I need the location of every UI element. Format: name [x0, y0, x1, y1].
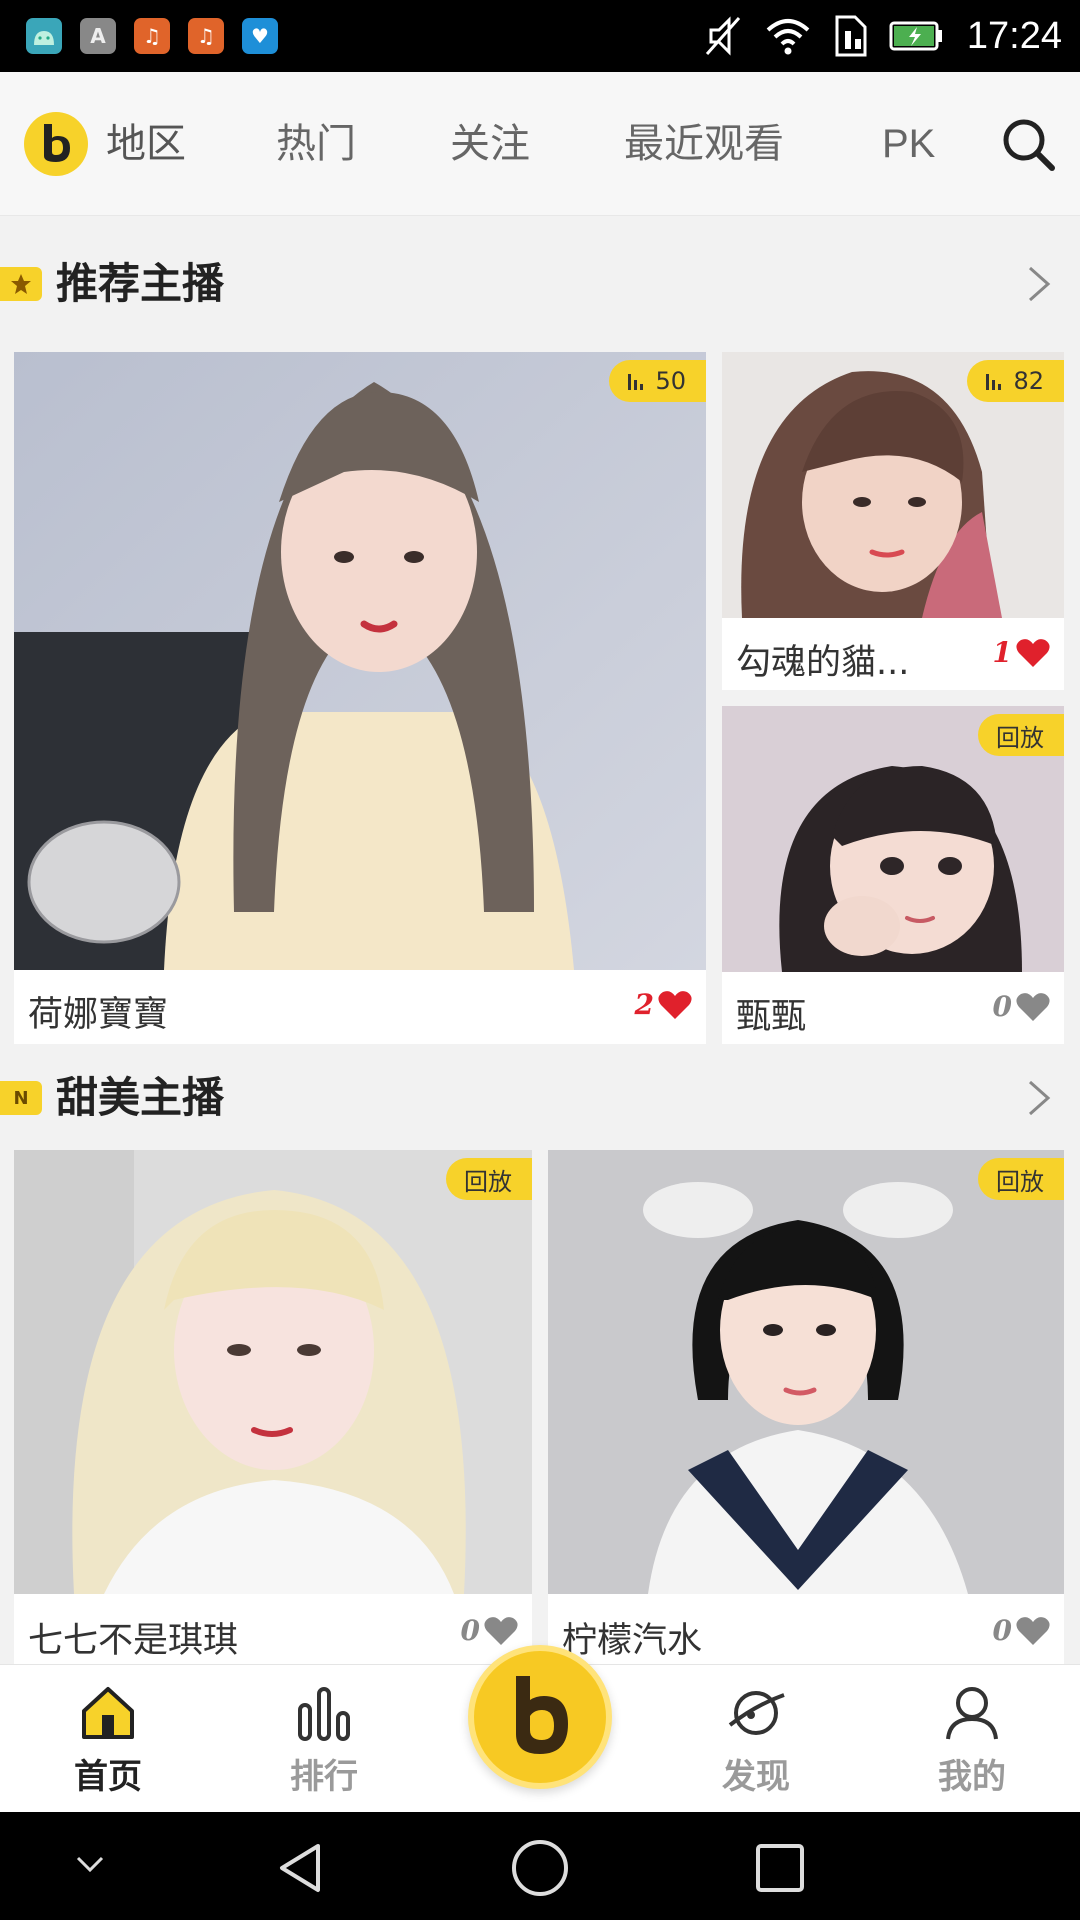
search-icon[interactable]	[1000, 116, 1056, 172]
streamer-name: 勾魂的貓...	[736, 643, 910, 683]
streamer-name: 七七不是琪琪	[28, 1621, 239, 1661]
like-count-group: 2	[635, 988, 692, 1021]
card-caption: 勾魂的貓... 1	[722, 618, 1064, 690]
like-count: 1	[992, 636, 1012, 669]
nav-following[interactable]: 关注	[450, 118, 530, 170]
music-icon: ♫	[134, 18, 170, 54]
battery-charging-icon	[889, 21, 942, 51]
android-icon	[26, 18, 62, 54]
profile-icon	[946, 1687, 998, 1740]
like-count-group: 0	[461, 1614, 518, 1647]
heart-icon	[1016, 1616, 1050, 1645]
section-header-sweet: N 甜美主播	[0, 1048, 1080, 1148]
streamer-card[interactable]: 回放 七七不是琪琪 0	[14, 1150, 532, 1664]
status-bar: A ♫ ♫ ♥ 17:24	[0, 0, 1080, 72]
like-count: 0	[992, 990, 1012, 1023]
replay-label: 回放	[464, 1167, 512, 1196]
bars-icon	[986, 374, 1002, 390]
nav-region[interactable]: 地区	[106, 118, 186, 170]
sim-icon	[835, 15, 867, 57]
heart-app-icon: ♥	[242, 18, 278, 54]
tab-label: 我的	[938, 1757, 1006, 1797]
viewer-count: 50	[655, 367, 686, 395]
nav-recently-watched[interactable]: 最近观看	[624, 118, 784, 170]
chevron-down-icon[interactable]	[72, 1852, 108, 1876]
system-nav-bar	[0, 1812, 1080, 1920]
replay-badge: 回放	[978, 714, 1064, 756]
card-caption: 柠檬汽水 0	[548, 1594, 1064, 1664]
like-count-group: 0	[993, 990, 1050, 1023]
recents-icon[interactable]	[754, 1842, 806, 1894]
like-count-group: 0	[993, 1614, 1050, 1647]
nav-pk[interactable]: PK	[882, 118, 935, 170]
bars-icon	[628, 374, 644, 390]
tab-label: 发现	[722, 1757, 790, 1797]
nav-hot[interactable]: 热门	[276, 118, 356, 170]
chevron-right-icon[interactable]	[1020, 1078, 1056, 1118]
streamer-card[interactable]: 回放 甄甄 0	[722, 706, 1064, 1044]
bottom-nav: 首页 排行 发现 我的	[0, 1645, 1080, 1812]
viewer-count: 82	[1013, 367, 1044, 395]
streamer-name: 荷娜寶寶	[28, 995, 169, 1035]
ranking-icon	[298, 1687, 350, 1741]
card-caption: 七七不是琪琪 0	[14, 1594, 532, 1664]
card-caption: 甄甄 0	[722, 972, 1064, 1044]
streamer-card[interactable]: 回放 柠檬汽水 0	[548, 1150, 1064, 1664]
like-count: 0	[992, 1614, 1012, 1647]
viewer-count-badge: 50	[609, 360, 706, 402]
wifi-icon	[766, 19, 810, 55]
replay-badge: 回放	[978, 1158, 1064, 1200]
chevron-right-icon[interactable]	[1020, 264, 1056, 304]
streamer-photo	[14, 352, 706, 970]
section-header-recommended: 推荐主播	[0, 234, 1080, 334]
streamer-photo	[14, 1150, 532, 1594]
music-icon: ♫	[188, 18, 224, 54]
heart-icon	[484, 1616, 518, 1645]
font-a-icon: A	[80, 18, 116, 54]
tab-ranking[interactable]: 排行	[264, 1685, 384, 1798]
tab-profile[interactable]: 我的	[912, 1685, 1032, 1798]
b-logo-icon[interactable]	[468, 1645, 612, 1789]
like-count: 2	[634, 988, 654, 1021]
like-count-group: 1	[993, 636, 1050, 669]
home-circle-icon[interactable]	[510, 1838, 570, 1898]
clock: 17:24	[966, 14, 1062, 57]
replay-label: 回放	[996, 1167, 1044, 1196]
top-nav: 地区 热门 关注 最近观看 PK	[0, 72, 1080, 216]
new-icon-label: N	[13, 1087, 29, 1109]
tab-label: 排行	[290, 1757, 358, 1797]
card-caption: 荷娜寶寶 2	[14, 970, 706, 1044]
heart-icon	[658, 990, 692, 1019]
viewer-count-badge: 82	[967, 360, 1064, 402]
heart-icon	[1016, 638, 1050, 667]
section-title: 推荐主播	[56, 259, 225, 308]
streamer-name: 柠檬汽水	[562, 1621, 703, 1661]
back-icon[interactable]	[272, 1840, 328, 1896]
streamer-card[interactable]: 50 荷娜寶寶 2	[14, 352, 706, 1044]
star-icon	[0, 267, 42, 301]
tab-discover[interactable]: 发现	[696, 1685, 816, 1798]
tab-home[interactable]: 首页	[48, 1685, 168, 1798]
home-icon	[82, 1687, 134, 1739]
section-title: 甜美主播	[56, 1073, 225, 1122]
mute-icon	[705, 16, 741, 56]
like-count: 0	[460, 1614, 480, 1647]
replay-badge: 回放	[446, 1158, 532, 1200]
tab-label: 首页	[74, 1757, 142, 1797]
heart-icon	[1016, 992, 1050, 1021]
planet-icon	[728, 1691, 785, 1735]
replay-label: 回放	[996, 723, 1044, 752]
streamer-card[interactable]: 82 勾魂的貓... 1	[722, 352, 1064, 690]
streamer-name: 甄甄	[736, 997, 807, 1037]
b-logo-icon[interactable]	[24, 112, 88, 176]
streamer-photo	[548, 1150, 1064, 1594]
new-icon: N	[0, 1081, 42, 1115]
